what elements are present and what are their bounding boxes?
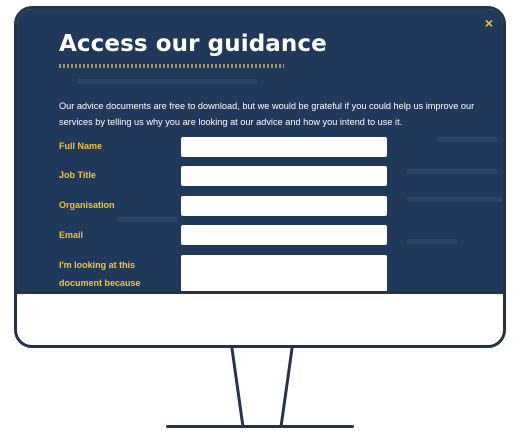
background-text-line [407, 239, 457, 244]
email-label: Email [59, 230, 84, 240]
background-text-line [77, 79, 257, 84]
full-name-label: Full Name [59, 141, 103, 151]
reason-label-line1: I'm looking at this [59, 260, 136, 270]
organisation-label: Organisation [59, 200, 115, 210]
modal-title: Access our guidance [59, 31, 327, 57]
reason-label-line2: document because [59, 278, 141, 288]
full-name-input[interactable] [181, 137, 387, 157]
modal-dialog: × Access our guidance Our advice documen… [17, 9, 503, 294]
job-title-label: Job Title [59, 170, 96, 180]
background-text-line [437, 137, 497, 142]
monitor-stand-left [230, 345, 245, 427]
reason-textarea[interactable] [181, 255, 387, 291]
intro-text: Our advice documents are free to downloa… [59, 101, 475, 127]
background-text-line [407, 197, 503, 202]
monitor-base [166, 425, 354, 428]
background-text-line [407, 169, 497, 174]
email-input[interactable] [181, 225, 387, 245]
organisation-input[interactable] [181, 196, 387, 216]
close-icon[interactable]: × [485, 15, 493, 31]
background-text-line [117, 217, 177, 222]
reason-label: I'm looking at this document because [59, 257, 141, 291]
monitor-stand-right [279, 345, 294, 427]
monitor-frame: × Access our guidance Our advice documen… [14, 6, 506, 348]
job-title-input[interactable] [181, 166, 387, 186]
title-underline [59, 64, 284, 68]
